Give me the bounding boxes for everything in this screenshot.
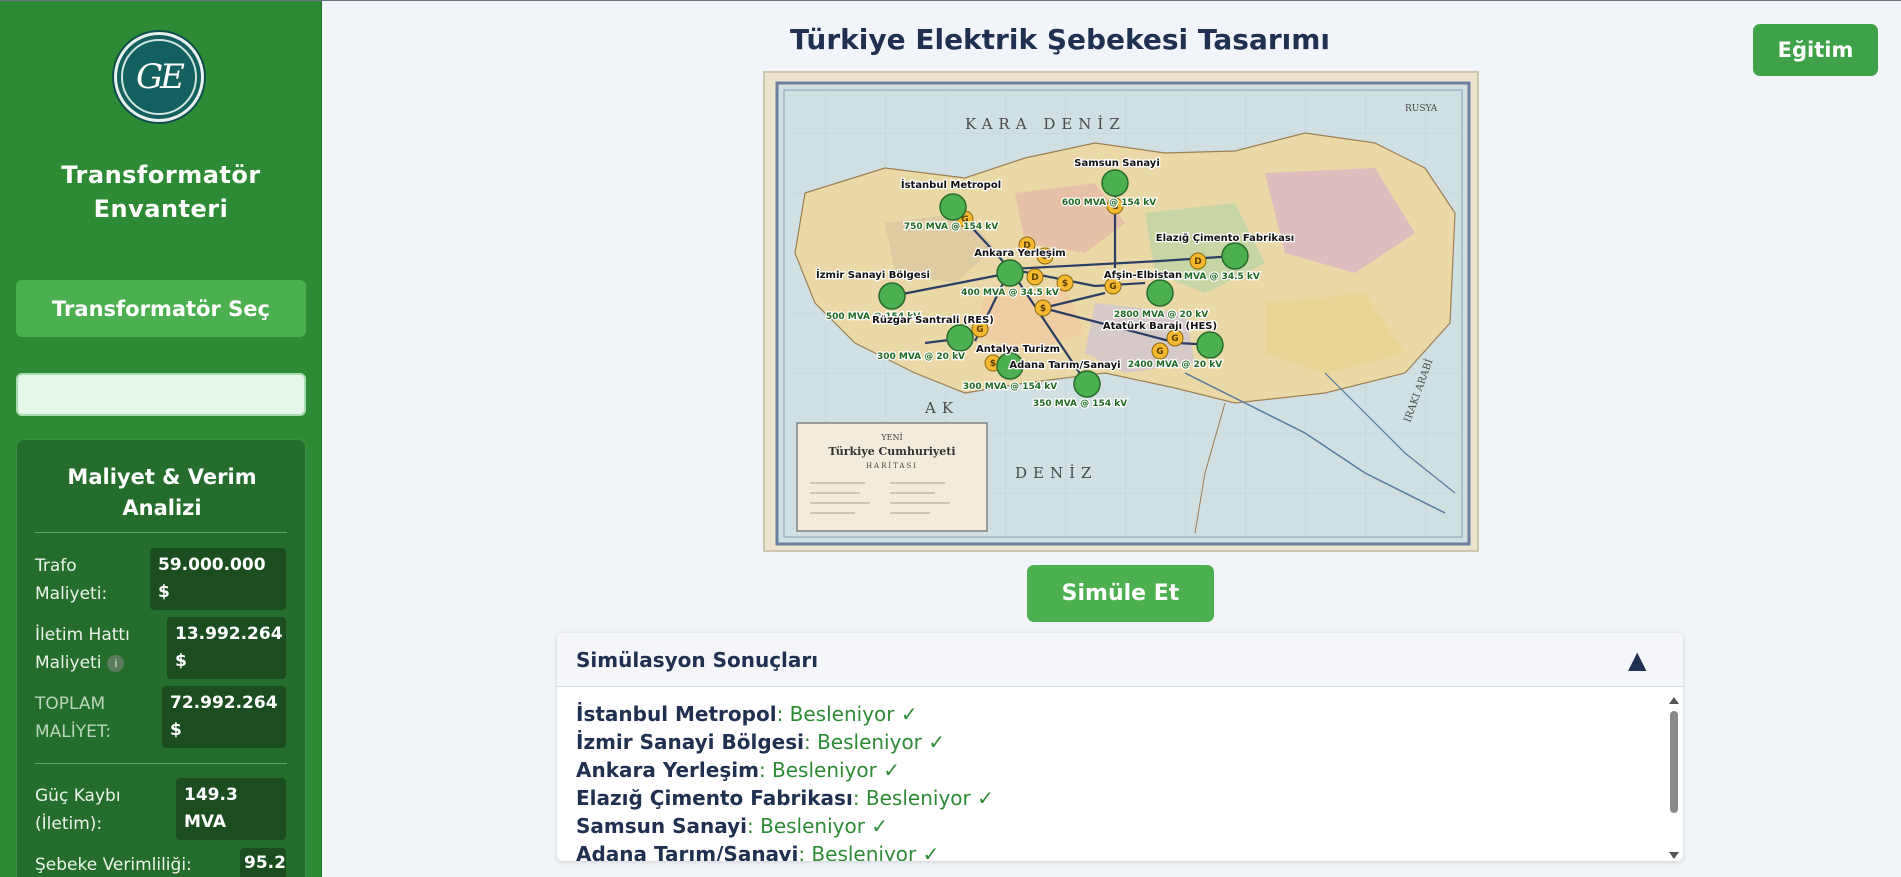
- total-cost-label: TOPLAM MALİYET:: [35, 694, 112, 742]
- scroll-up-icon[interactable]: [1669, 697, 1679, 704]
- list-item: Adana Tarım/Sanayi: Besleniyor ✓: [576, 842, 940, 861]
- svg-text:300 MVA @ 154 kV: 300 MVA @ 154 kV: [963, 382, 1057, 392]
- simulate-button[interactable]: Simüle Et: [1027, 565, 1214, 622]
- svg-text:YENİ: YENİ: [880, 433, 902, 442]
- sidebar: GE Transformatör Envanteri Transformatör…: [0, 1, 322, 877]
- transformer-select-button[interactable]: Transformatör Seç: [16, 280, 306, 337]
- svg-text:300 MVA @ 20 kV: 300 MVA @ 20 kV: [877, 352, 965, 362]
- sea-south-label-1: AK: [924, 399, 959, 417]
- svg-text:D: D: [1194, 257, 1201, 267]
- list-item: İzmir Sanayi Bölgesi: Besleniyor ✓: [576, 730, 946, 754]
- results-title: Simülasyon Sonuçları: [576, 648, 819, 672]
- svg-text:Antalya Turizm: Antalya Turizm: [976, 344, 1060, 355]
- svg-text:İzmir Sanayi Bölgesi: İzmir Sanayi Bölgesi: [816, 267, 930, 281]
- page-title: Türkiye Elektrik Şebekesi Tasarımı: [789, 23, 1331, 56]
- svg-text:Ankara Yerleşim: Ankara Yerleşim: [974, 248, 1065, 259]
- sidebar-title: Transformatör Envanteri: [61, 161, 261, 223]
- grid-map[interactable]: KARA DENİZ RUSYA AK DENİZ IRAKI ARABİ YE…: [763, 71, 1479, 552]
- results-scrollbar[interactable]: [1667, 693, 1681, 861]
- power-loss-value: 149.3 MVA: [176, 778, 286, 840]
- svg-text:D: D: [1031, 273, 1038, 283]
- divider: [35, 763, 287, 764]
- info-icon[interactable]: i: [107, 654, 125, 672]
- svg-text:Samsun Sanayi: Samsun Sanayi: [1074, 158, 1160, 169]
- ge-logo-text: GE: [121, 39, 197, 115]
- efficiency-label: Şebeke Verimliliği:: [35, 855, 192, 875]
- svg-text:G: G: [1171, 334, 1178, 344]
- svg-text:G: G: [1156, 347, 1163, 357]
- svg-text:750 MVA @ 154 kV: 750 MVA @ 154 kV: [904, 222, 998, 232]
- line-cost-value: 13.992.264 $: [167, 617, 286, 679]
- svg-text:Atatürk Barajı (HES): Atatürk Barajı (HES): [1103, 321, 1217, 332]
- region-ne-label: RUSYA: [1405, 104, 1438, 114]
- cost-efficiency-card: Maliyet & Verim Analizi Trafo Maliyeti: …: [16, 439, 306, 877]
- cost-card-title: Maliyet & Verim Analizi: [67, 465, 257, 520]
- svg-text:600 MVA @ 154 kV: 600 MVA @ 154 kV: [1062, 198, 1156, 208]
- svg-text:Afşin-Elbistan: Afşin-Elbistan: [1104, 270, 1182, 281]
- trafo-cost-label: Trafo Maliyeti:: [35, 556, 108, 604]
- ge-logo-icon: GE: [114, 32, 204, 122]
- scroll-down-icon[interactable]: [1669, 852, 1679, 859]
- svg-text:350 MVA @ 154 kV: 350 MVA @ 154 kV: [1033, 399, 1127, 409]
- svg-text:$: $: [1062, 279, 1068, 289]
- results-list: İstanbul Metropol: Besleniyor ✓ İzmir Sa…: [576, 700, 1636, 861]
- svg-text:İstanbul Metropol: İstanbul Metropol: [901, 177, 1001, 191]
- svg-text:Türkiye Cumhuriyeti: Türkiye Cumhuriyeti: [828, 445, 955, 458]
- power-loss-label: Güç Kaybı (İletim):: [35, 786, 121, 834]
- svg-text:$: $: [990, 359, 996, 369]
- svg-text:Rüzgar Santrali (RES): Rüzgar Santrali (RES): [872, 315, 994, 326]
- simulation-results-panel: Simülasyon Sonuçları ▲ İstanbul Metropol…: [557, 633, 1683, 861]
- efficiency-value: 95.2 %: [240, 848, 286, 877]
- svg-text:G: G: [976, 325, 983, 335]
- transformer-search-input[interactable]: [16, 373, 306, 416]
- svg-text:$: $: [1040, 304, 1046, 314]
- turkey-map-svg: KARA DENİZ RUSYA AK DENİZ IRAKI ARABİ YE…: [765, 73, 1477, 550]
- results-header[interactable]: Simülasyon Sonuçları ▲: [557, 633, 1683, 687]
- svg-text:HARİTASI: HARİTASI: [866, 461, 918, 470]
- collapse-toggle-icon[interactable]: ▲: [1628, 646, 1646, 674]
- divider: [35, 532, 287, 533]
- line-cost-label: İletim Hattı Maliyeti i: [35, 625, 130, 673]
- sea-south-label-2: DENİZ: [1015, 464, 1097, 482]
- total-cost-value: 72.992.264 $: [162, 686, 286, 748]
- svg-text:2800 MVA @ 20 kV: 2800 MVA @ 20 kV: [1114, 310, 1208, 320]
- list-item: İstanbul Metropol: Besleniyor ✓: [576, 702, 918, 726]
- list-item: Elazığ Çimento Fabrikası: Besleniyor ✓: [576, 786, 994, 810]
- svg-text:Adana Tarım/Sanayi: Adana Tarım/Sanayi: [1009, 360, 1120, 371]
- svg-text:Elazığ Çimento Fabrikası: Elazığ Çimento Fabrikası: [1156, 232, 1294, 244]
- list-item: Ankara Yerleşim: Besleniyor ✓: [576, 758, 900, 782]
- sea-north-label: KARA DENİZ: [965, 115, 1126, 133]
- education-button[interactable]: Eğitim: [1753, 24, 1878, 76]
- svg-text:G: G: [1109, 282, 1116, 292]
- list-item: Samsun Sanayi: Besleniyor ✓: [576, 814, 889, 838]
- trafo-cost-value: 59.000.000 $: [150, 548, 286, 610]
- scroll-thumb[interactable]: [1670, 711, 1678, 813]
- svg-text:2400 MVA @ 20 kV: 2400 MVA @ 20 kV: [1128, 360, 1222, 370]
- svg-text:400 MVA @ 34.5 kV: 400 MVA @ 34.5 kV: [961, 288, 1059, 298]
